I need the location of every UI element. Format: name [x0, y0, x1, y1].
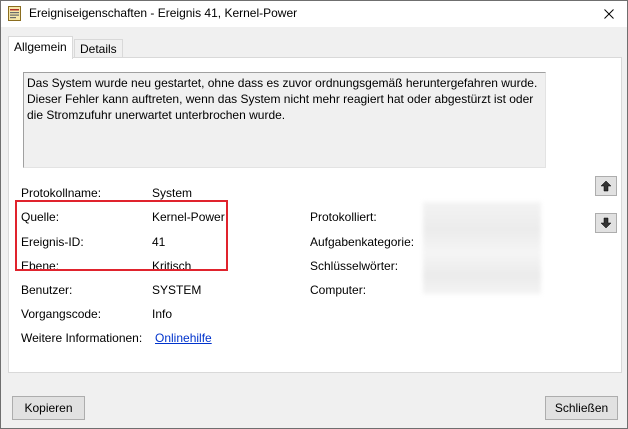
- close-button[interactable]: [591, 1, 627, 27]
- label-weitere-informationen: Weitere Informationen:: [21, 331, 143, 345]
- window-title: Ereigniseigenschaften - Ereignis 41, Ker…: [29, 6, 298, 20]
- general-tab-panel: Das System wurde neu gestartet, ohne das…: [8, 57, 622, 373]
- previous-event-button[interactable]: [595, 176, 617, 196]
- event-viewer-icon: [8, 6, 21, 21]
- redacted-values: [423, 202, 541, 294]
- label-vorgangscode: Vorgangscode:: [21, 307, 102, 321]
- label-benutzer: Benutzer:: [21, 283, 73, 297]
- description-text: Das System wurde neu gestartet, ohne das…: [27, 76, 538, 122]
- label-aufgabenkategorie: Aufgabenkategorie:: [310, 235, 415, 249]
- onlinehilfe-link[interactable]: Onlinehilfe: [155, 331, 212, 345]
- close-icon: [604, 9, 614, 19]
- copy-button[interactable]: Kopieren: [12, 396, 85, 420]
- tab-details[interactable]: Details: [74, 39, 123, 58]
- tab-allgemein[interactable]: Allgemein: [8, 36, 73, 59]
- value-vorgangscode: Info: [152, 307, 173, 321]
- label-protokolliert: Protokolliert:: [310, 210, 377, 224]
- label-schluesselwoerter: Schlüsselwörter:: [310, 259, 399, 273]
- title-bar[interactable]: Ereigniseigenschaften - Ereignis 41, Ker…: [1, 1, 627, 27]
- highlight-box: [15, 200, 228, 271]
- description-box[interactable]: Das System wurde neu gestartet, ohne das…: [23, 72, 546, 168]
- event-properties-window: Ereigniseigenschaften - Ereignis 41, Ker…: [0, 0, 628, 429]
- label-computer: Computer:: [310, 283, 367, 297]
- value-benutzer: SYSTEM: [152, 283, 202, 297]
- label-protokollname: Protokollname:: [21, 186, 102, 200]
- value-protokollname: System: [152, 186, 193, 200]
- arrow-down-icon: [600, 217, 612, 229]
- arrow-up-icon: [600, 180, 612, 192]
- next-event-button[interactable]: [595, 213, 617, 233]
- close-dialog-button[interactable]: Schließen: [545, 396, 618, 420]
